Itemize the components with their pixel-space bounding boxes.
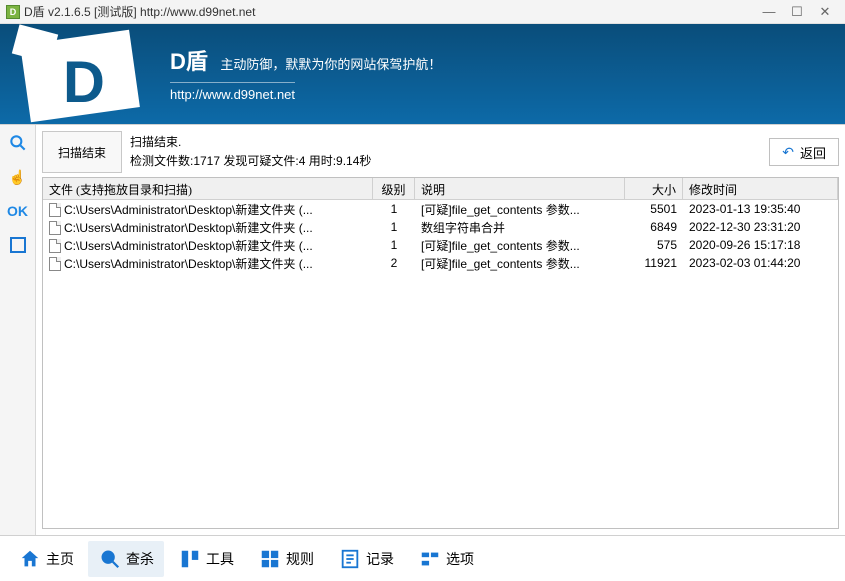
scan-status-line1: 扫描结束. [130,133,761,152]
th-file[interactable]: 文件 (支持拖放目录和扫描) [43,178,373,199]
nav-home[interactable]: 主页 [8,541,84,577]
scan-status: 扫描结束. 检测文件数:1717 发现可疑文件:4 用时:9.14秒 [130,131,761,171]
window-title: D盾 v2.1.6.5 [测试版] http://www.d99net.net [24,3,755,20]
nav-tools-label: 工具 [206,549,234,569]
results-table: 文件 (支持拖放目录和扫描) 级别 说明 大小 修改时间 C:\Users\Ad… [42,177,839,529]
th-level[interactable]: 级别 [373,178,415,199]
app-icon: D [6,5,20,19]
nav-log[interactable]: 记录 [328,541,404,577]
file-icon [49,203,61,217]
back-button-label: 返回 [800,143,826,162]
log-icon [338,547,362,571]
search-icon [98,547,122,571]
nav-options[interactable]: 选项 [408,541,484,577]
table-row[interactable]: C:\Users\Administrator\Desktop\新建文件夹 (..… [43,254,838,272]
nav-home-label: 主页 [46,549,74,569]
th-time[interactable]: 修改时间 [683,178,838,199]
brand-slogan: 主动防御，默默为你的网站保驾护航！ [220,57,441,72]
table-header: 文件 (支持拖放目录和扫描) 级别 说明 大小 修改时间 [43,178,838,200]
scan-end-button[interactable]: 扫描结束 [42,131,122,173]
sidebar-hand-icon[interactable]: ☝ [6,165,30,189]
maximize-button[interactable]: ☐ [783,4,811,20]
sidebar-box-icon[interactable] [6,233,30,257]
minimize-button[interactable]: — [755,4,783,19]
brand-url: http://www.d99net.net [170,82,295,102]
back-arrow-icon: ↶ [782,144,794,161]
banner: D D盾 主动防御，默默为你的网站保驾护航！ http://www.d99net… [0,24,845,124]
file-icon [49,239,61,253]
brand-text: D盾 主动防御，默默为你的网站保驾护航！ http://www.d99net.n… [170,44,441,104]
table-row[interactable]: C:\Users\Administrator\Desktop\新建文件夹 (..… [43,200,838,218]
nav-rules[interactable]: 规则 [248,541,324,577]
options-icon [418,547,442,571]
table-row[interactable]: C:\Users\Administrator\Desktop\新建文件夹 (..… [43,236,838,254]
file-icon [49,257,61,271]
logo: D [0,24,170,124]
table-row[interactable]: C:\Users\Administrator\Desktop\新建文件夹 (..… [43,218,838,236]
nav-scan-label: 查杀 [126,549,154,569]
scan-status-line2: 检测文件数:1717 发现可疑文件:4 用时:9.14秒 [130,152,761,171]
nav-scan[interactable]: 查杀 [88,541,164,577]
tools-icon [178,547,202,571]
sidebar-ok-icon[interactable]: OK [6,199,30,223]
rules-icon [258,547,282,571]
nav-tools[interactable]: 工具 [168,541,244,577]
nav-log-label: 记录 [366,549,394,569]
brand-name: D盾 [170,44,208,76]
sidebar-search-icon[interactable] [6,131,30,155]
th-desc[interactable]: 说明 [415,178,625,199]
back-button[interactable]: ↶ 返回 [769,138,839,166]
nav-rules-label: 规则 [286,549,314,569]
bottom-nav: 主页 查杀 工具 规则 记录 选项 [0,535,845,581]
scan-header: 扫描结束 扫描结束. 检测文件数:1717 发现可疑文件:4 用时:9.14秒 … [42,131,839,173]
close-button[interactable]: ✕ [811,4,839,20]
titlebar: D D盾 v2.1.6.5 [测试版] http://www.d99net.ne… [0,0,845,24]
th-size[interactable]: 大小 [625,178,683,199]
file-icon [49,221,61,235]
left-sidebar: ☝ OK [0,125,36,535]
nav-options-label: 选项 [446,549,474,569]
home-icon [18,547,42,571]
table-body: C:\Users\Administrator\Desktop\新建文件夹 (..… [43,200,838,528]
